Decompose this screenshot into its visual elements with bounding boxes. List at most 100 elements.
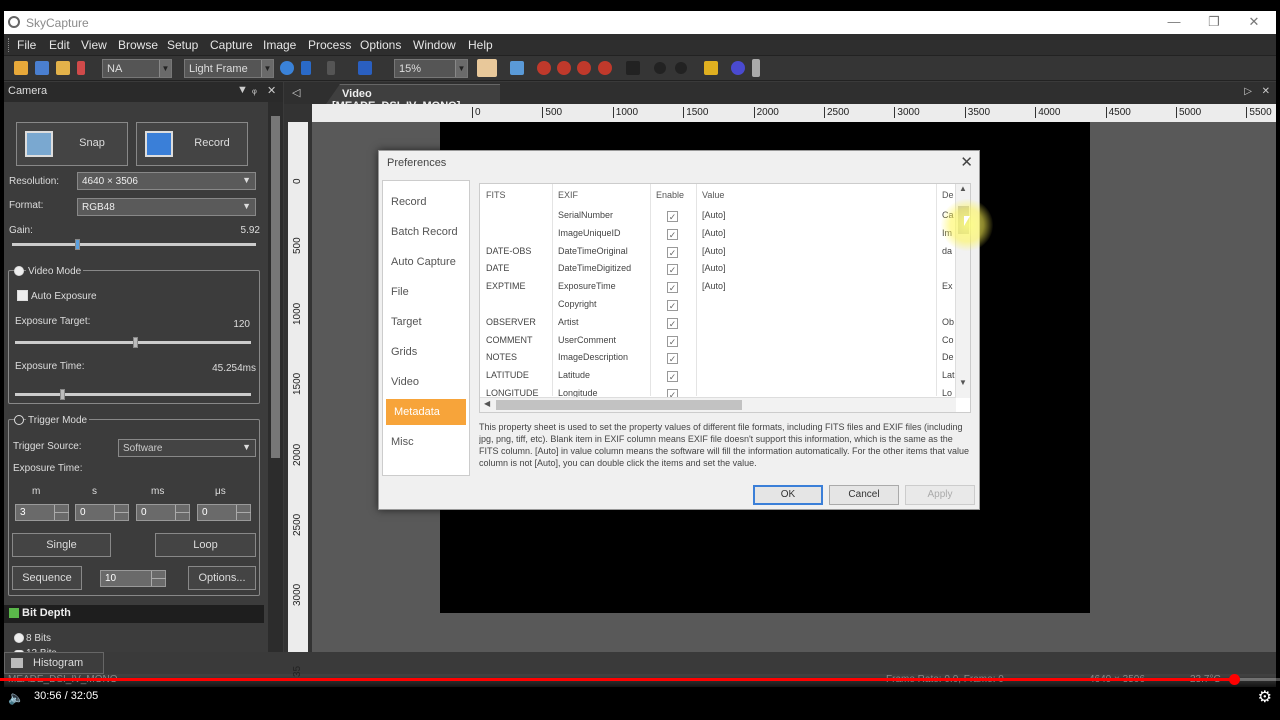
cell-exif[interactable]: ImageUniqueID bbox=[558, 228, 621, 238]
tab-scroll-right-icon[interactable]: ▷ bbox=[1244, 86, 1252, 97]
menu-capture[interactable]: Capture bbox=[210, 38, 253, 52]
circle-icon-2[interactable] bbox=[675, 62, 687, 74]
circle-icon-1[interactable] bbox=[654, 62, 666, 74]
nav-auto-capture[interactable]: Auto Capture bbox=[383, 249, 469, 275]
maximize-button[interactable]: ❐ bbox=[1194, 13, 1234, 31]
record-icon[interactable] bbox=[358, 61, 372, 75]
settings-gear-icon[interactable]: ⚙ bbox=[1258, 687, 1272, 707]
stop-icon-1[interactable] bbox=[537, 61, 551, 75]
tab-scroll-left-icon[interactable]: ◁ bbox=[292, 86, 300, 99]
cell-fits[interactable]: DATE bbox=[486, 263, 509, 273]
cell-fits[interactable]: LATITUDE bbox=[486, 370, 529, 380]
camera-panel-scrollbar[interactable] bbox=[268, 102, 283, 652]
single-button[interactable]: Single bbox=[12, 533, 111, 557]
menu-options[interactable]: Options bbox=[360, 38, 401, 52]
cell-value[interactable]: [Auto] bbox=[702, 210, 726, 220]
cell-value[interactable]: [Auto] bbox=[702, 228, 726, 238]
cell-description[interactable]: da bbox=[942, 246, 952, 256]
cell-value[interactable]: [Auto] bbox=[702, 281, 726, 291]
star-icon[interactable] bbox=[704, 61, 718, 75]
cell-fits[interactable]: COMMENT bbox=[486, 335, 533, 345]
progress-handle[interactable] bbox=[1228, 674, 1240, 685]
menu-file[interactable]: File bbox=[17, 38, 36, 52]
refresh-icon[interactable] bbox=[280, 61, 294, 75]
settings-icon[interactable] bbox=[731, 61, 745, 75]
telescope-icon[interactable] bbox=[752, 59, 760, 77]
enable-checkbox[interactable]: ✓ bbox=[667, 228, 678, 240]
minutes-spinner[interactable]: 3 bbox=[15, 504, 69, 521]
grid-horizontal-scrollbar[interactable]: ◀ bbox=[480, 397, 956, 412]
nav-grids[interactable]: Grids bbox=[383, 339, 469, 365]
gain-slider[interactable] bbox=[12, 239, 256, 250]
tab-close-icon[interactable]: ✕ bbox=[1262, 86, 1270, 97]
enable-checkbox[interactable]: ✓ bbox=[667, 211, 678, 222]
menu-browse[interactable]: Browse bbox=[118, 38, 158, 52]
stop-icon-2[interactable] bbox=[557, 61, 571, 75]
cell-exif[interactable]: DateTimeDigitized bbox=[558, 263, 631, 273]
exposure-target-thumb[interactable] bbox=[133, 337, 138, 348]
menu-setup[interactable]: Setup bbox=[167, 38, 198, 52]
menu-view[interactable]: View bbox=[81, 38, 107, 52]
nav-video[interactable]: Video bbox=[383, 369, 469, 395]
stop-icon-3[interactable] bbox=[577, 61, 591, 75]
menu-edit[interactable]: Edit bbox=[49, 38, 70, 52]
cell-description[interactable]: Co bbox=[942, 335, 954, 345]
enable-checkbox[interactable]: ✓ bbox=[667, 353, 678, 365]
dialog-close-icon[interactable]: ✕ bbox=[960, 153, 973, 171]
cell-exif[interactable]: UserComment bbox=[558, 335, 616, 345]
video-mode-radio[interactable] bbox=[14, 266, 24, 276]
sequence-count-spinner[interactable]: 10 bbox=[100, 570, 166, 587]
menu-image[interactable]: Image bbox=[263, 38, 296, 52]
target-icon[interactable] bbox=[477, 59, 497, 77]
camera-icon[interactable] bbox=[77, 61, 85, 75]
grid-hscroll-thumb[interactable] bbox=[496, 400, 742, 410]
zoom-combo[interactable]: 15% ▼ bbox=[394, 59, 468, 78]
cell-exif[interactable]: DateTimeOriginal bbox=[558, 246, 628, 256]
menu-help[interactable]: Help bbox=[468, 38, 493, 52]
enable-checkbox[interactable]: ✓ bbox=[667, 264, 678, 276]
stop-icon-4[interactable] bbox=[598, 61, 612, 75]
cell-description[interactable]: Ex bbox=[942, 281, 953, 291]
col-fits[interactable]: FITS bbox=[486, 190, 506, 200]
trigger-source-select[interactable]: Software ▼ bbox=[118, 439, 256, 457]
grid-icon[interactable] bbox=[510, 61, 524, 75]
trigger-mode-radio[interactable] bbox=[14, 415, 24, 425]
cell-exif[interactable]: ExposureTime bbox=[558, 281, 616, 291]
cell-description[interactable]: Ob bbox=[942, 317, 954, 327]
cell-exif[interactable]: Artist bbox=[558, 317, 579, 327]
snap-button[interactable]: Snap bbox=[16, 122, 128, 166]
camera-panel-scroll-thumb[interactable] bbox=[271, 116, 280, 458]
save-icon[interactable] bbox=[35, 61, 49, 75]
col-enable[interactable]: Enable bbox=[656, 190, 684, 200]
minimize-button[interactable]: — bbox=[1154, 13, 1194, 31]
move-icon[interactable] bbox=[626, 61, 640, 75]
cell-description[interactable]: De bbox=[942, 352, 954, 362]
microseconds-spinner[interactable]: 0 bbox=[197, 504, 251, 521]
video-tab[interactable]: Video [MEADE_DSI_IV_MONO] bbox=[326, 84, 500, 104]
cell-fits[interactable]: DATE-OBS bbox=[486, 246, 531, 256]
enable-checkbox[interactable]: ✓ bbox=[667, 246, 678, 258]
nav-metadata[interactable]: Metadata bbox=[386, 399, 466, 425]
nav-batch-record[interactable]: Batch Record bbox=[383, 219, 469, 245]
bit-depth-header[interactable]: Bit Depth bbox=[4, 605, 264, 623]
options-button[interactable]: Options... bbox=[188, 566, 256, 590]
nav-target[interactable]: Target bbox=[383, 309, 469, 335]
menu-process[interactable]: Process bbox=[308, 38, 351, 52]
nav-file[interactable]: File bbox=[383, 279, 469, 305]
col-description[interactable]: De bbox=[942, 190, 954, 200]
close-window-button[interactable]: ✕ bbox=[1234, 13, 1274, 31]
enable-checkbox[interactable]: ✓ bbox=[667, 300, 678, 311]
bit-8-radio[interactable] bbox=[14, 633, 24, 643]
milliseconds-spinner[interactable]: 0 bbox=[136, 504, 190, 521]
enable-checkbox[interactable]: ✓ bbox=[667, 371, 678, 383]
col-value[interactable]: Value bbox=[702, 190, 724, 200]
cancel-button[interactable]: Cancel bbox=[829, 485, 899, 505]
menu-window[interactable]: Window bbox=[413, 38, 456, 52]
pin-icon[interactable]: ᵩ bbox=[252, 84, 257, 96]
enable-checkbox[interactable]: ✓ bbox=[667, 282, 678, 294]
auto-exposure-checkbox[interactable] bbox=[17, 290, 28, 301]
progress-bar[interactable] bbox=[0, 674, 1280, 685]
metadata-grid[interactable]: FITS EXIF Enable Value De SerialNumber ✓ [… bbox=[479, 183, 971, 413]
cell-exif[interactable]: ImageDescription bbox=[558, 352, 628, 362]
enable-checkbox[interactable]: ✓ bbox=[667, 335, 678, 347]
